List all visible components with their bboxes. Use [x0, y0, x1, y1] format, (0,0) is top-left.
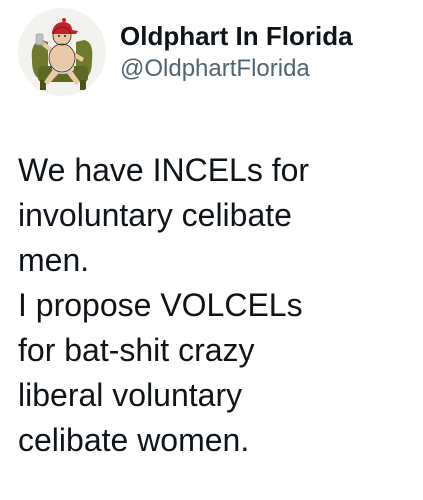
- tweet-text-line: liberal voluntary: [18, 377, 243, 413]
- tweet-text-line: for bat-shit crazy: [18, 332, 255, 368]
- author-names: Oldphart In Florida @OldphartFlorida: [120, 19, 353, 85]
- author-display-name[interactable]: Oldphart In Florida: [120, 19, 353, 53]
- avatar[interactable]: [18, 8, 106, 96]
- tweet-text-line: I propose VOLCELs: [18, 287, 303, 323]
- author-handle[interactable]: @OldphartFlorida: [120, 53, 353, 85]
- tweet-text-line: men.: [18, 242, 90, 278]
- tweet-text: We have INCELs for involuntary celibate …: [18, 148, 413, 463]
- tweet-header: Oldphart In Florida @OldphartFlorida: [18, 6, 353, 98]
- tweet-text-line: involuntary celibate: [18, 197, 292, 233]
- avatar-cartoon-icon: [18, 8, 106, 96]
- tweet-card: Oldphart In Florida @OldphartFlorida We …: [0, 0, 423, 500]
- tweet-text-line: celibate women.: [18, 422, 250, 458]
- tweet-text-line: We have INCELs for: [18, 152, 310, 188]
